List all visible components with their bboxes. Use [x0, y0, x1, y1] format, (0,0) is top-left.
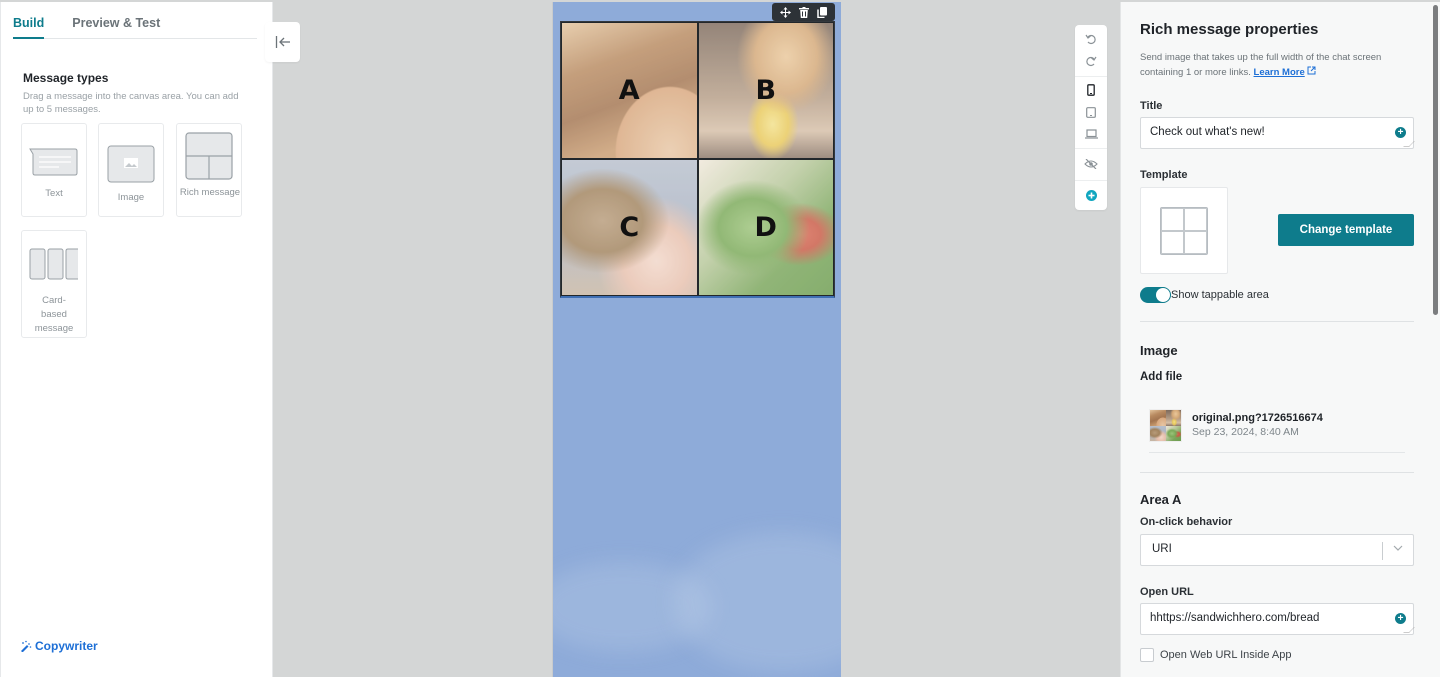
message-types-heading: Message types: [23, 71, 109, 85]
tab-build[interactable]: Build: [13, 14, 45, 39]
change-template-button[interactable]: Change template: [1278, 214, 1414, 246]
collapse-left-icon: [275, 36, 290, 48]
message-type-label: Card-based message: [34, 295, 74, 334]
eye-slash-icon: [1084, 159, 1098, 169]
open-inside-app-row[interactable]: Open Web URL Inside App: [1140, 648, 1291, 662]
message-type-label: Text: [45, 188, 63, 199]
show-tappable-toggle-row[interactable]: Show tappable area: [1140, 287, 1269, 303]
onclick-value: URI: [1152, 543, 1172, 555]
mobile-view-button[interactable]: [1075, 79, 1107, 101]
hide-button[interactable]: [1075, 153, 1107, 175]
divider: [1140, 472, 1414, 473]
resize-handle[interactable]: [1403, 141, 1415, 147]
divider: [1075, 148, 1107, 149]
open-inside-app-label: Open Web URL Inside App: [1160, 649, 1292, 661]
message-type-image[interactable]: Image: [98, 123, 164, 217]
template-label: Template: [1140, 169, 1188, 181]
undo-icon: [1085, 34, 1096, 45]
left-panel: Build Preview & Test Message types Drag …: [0, 2, 273, 677]
properties-title: Rich message properties: [1140, 21, 1319, 38]
insert-variable-icon[interactable]: +: [1395, 613, 1406, 624]
move-icon[interactable]: [780, 6, 791, 18]
card-message-icon: [29, 248, 78, 280]
collapse-panel-button[interactable]: [265, 22, 300, 62]
divider: [1075, 180, 1107, 181]
divider: [1140, 321, 1414, 322]
message-type-card-based[interactable]: Card-based message: [21, 230, 87, 338]
resize-handle[interactable]: [1403, 627, 1415, 633]
file-name: original.png?1726516674: [1192, 412, 1323, 424]
area-c[interactable]: C: [561, 159, 698, 296]
template-preview: [1140, 187, 1228, 274]
open-url-label: Open URL: [1140, 586, 1194, 598]
tab-preview-test[interactable]: Preview & Test: [72, 14, 160, 39]
area-d[interactable]: D: [697, 159, 834, 296]
redo-button[interactable]: [1075, 50, 1107, 72]
learn-more-link[interactable]: Learn More: [1254, 67, 1305, 78]
tablet-view-button[interactable]: [1075, 101, 1107, 123]
undo-button[interactable]: [1075, 28, 1107, 50]
area-letter: D: [754, 212, 777, 243]
open-url-input[interactable]: hhttps://sandwichhero.com/bread +: [1140, 603, 1415, 635]
area-letter: C: [619, 212, 640, 243]
scrollbar[interactable]: [1433, 5, 1438, 315]
canvas-preview: A B C D: [552, 2, 841, 677]
message-type-rich-message[interactable]: Rich message: [176, 123, 242, 217]
desktop-view-icon: [1084, 129, 1098, 139]
onclick-behavior-select[interactable]: URI: [1140, 534, 1414, 566]
message-toolbar: [772, 3, 835, 21]
desktop-view-button[interactable]: [1075, 123, 1107, 145]
tablet-view-icon: [1086, 106, 1096, 118]
show-tappable-toggle[interactable]: [1140, 287, 1171, 303]
area-letter: A: [618, 75, 640, 106]
title-input[interactable]: Check out what's new! +: [1140, 117, 1415, 149]
copywriter-label: Copywriter: [35, 639, 98, 653]
insert-variable-icon[interactable]: +: [1395, 127, 1406, 138]
rich-message-grid: A B C D: [560, 21, 835, 298]
area-title: Area A: [1140, 492, 1182, 507]
open-inside-app-checkbox[interactable]: [1140, 648, 1154, 662]
message-types-description: Drag a message into the canvas area. You…: [23, 91, 239, 115]
duplicate-icon[interactable]: [817, 6, 827, 18]
mobile-view-icon: [1087, 84, 1095, 96]
message-type-label: Image: [117, 192, 145, 203]
image-message-icon: [107, 145, 155, 183]
template-grid-icon: [1160, 207, 1208, 255]
divider: [1075, 76, 1107, 77]
area-b[interactable]: B: [697, 22, 834, 159]
add-icon: [1085, 189, 1097, 201]
area-a[interactable]: A: [561, 22, 698, 159]
tab-bar: Build Preview & Test: [13, 14, 257, 39]
canvas-tools: [1075, 25, 1107, 210]
properties-panel: Rich message properties Send image that …: [1120, 2, 1440, 677]
cloud-decoration: [673, 532, 841, 672]
file-thumbnail: [1149, 409, 1182, 442]
rich-message-icon: [185, 132, 233, 180]
external-link-icon: [1307, 66, 1316, 74]
learn-more-label: Learn More: [1253, 66, 1305, 78]
file-date: Sep 23, 2024, 8:40 AM: [1192, 426, 1299, 438]
onclick-label: On-click behavior: [1140, 516, 1233, 528]
message-type-label: Rich message: [179, 187, 241, 198]
redo-icon: [1086, 56, 1097, 67]
title-label: Title: [1140, 100, 1163, 112]
add-button[interactable]: [1075, 184, 1107, 206]
trash-icon[interactable]: [799, 6, 809, 18]
copywriter-link[interactable]: Copywriter: [20, 639, 98, 653]
magic-wand-icon: [21, 640, 32, 652]
file-item[interactable]: original.png?1726516674 Sep 23, 2024, 8:…: [1149, 409, 1405, 453]
image-section-title: Image: [1140, 343, 1178, 358]
properties-description: Send image that takes up the full width …: [1140, 51, 1415, 80]
area-letter: B: [755, 75, 777, 106]
show-tappable-label: Show tappable area: [1171, 289, 1269, 301]
add-file-label: Add file: [1140, 371, 1183, 383]
title-input-value: Check out what's new!: [1150, 126, 1265, 138]
chevron-down-icon: [1393, 542, 1403, 554]
open-url-value: hhttps://sandwichhero.com/bread: [1150, 612, 1320, 624]
message-type-text[interactable]: Text: [21, 123, 87, 217]
text-message-icon: [29, 148, 78, 176]
select-separator: [1382, 542, 1383, 560]
toggle-knob: [1156, 288, 1170, 302]
